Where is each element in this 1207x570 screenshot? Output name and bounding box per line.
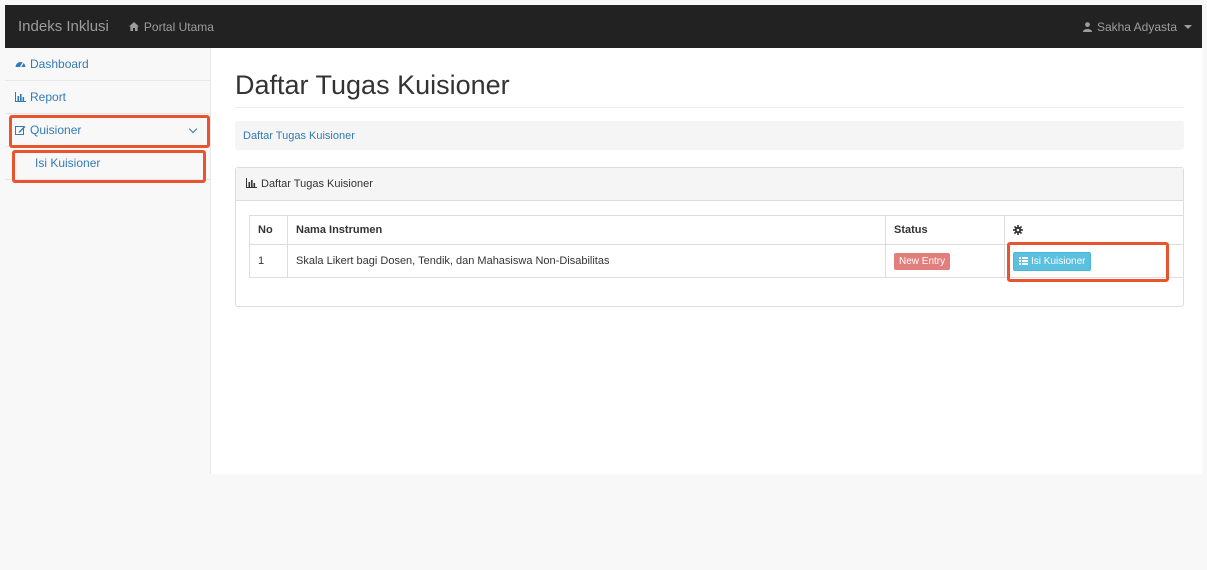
panel-heading: Daftar Tugas Kuisioner: [236, 168, 1183, 201]
column-header-actions: [1004, 215, 1184, 245]
table-header-row: No Nama Instrumen Status: [249, 215, 1184, 245]
bar-chart-icon: [246, 178, 257, 188]
top-navbar: Indeks Inklusi Portal Utama Sakha Adyast…: [5, 5, 1202, 48]
portal-link[interactable]: Portal Utama: [128, 19, 214, 34]
task-panel: Daftar Tugas Kuisioner No Nama Instrumen…: [235, 167, 1184, 307]
bar-chart-icon: [15, 92, 26, 102]
sidebar-item-label: Report: [30, 90, 67, 104]
user-menu[interactable]: Sakha Adyasta: [1082, 19, 1202, 34]
highlight-box-quisioner: [9, 115, 210, 148]
column-header-nama-instrumen: Nama Instrumen: [287, 215, 886, 245]
portal-label: Portal Utama: [143, 19, 214, 34]
cell-no: 1: [249, 244, 288, 278]
user-icon: [1082, 21, 1092, 32]
highlight-box-isi-button: [1007, 242, 1169, 282]
title-divider: [235, 107, 1184, 108]
gear-icon: [1013, 225, 1175, 235]
app-window: Indeks Inklusi Portal Utama Sakha Adyast…: [5, 5, 1202, 570]
home-icon: [128, 22, 139, 31]
status-badge: New Entry: [894, 252, 951, 270]
sidebar-item-label: Dashboard: [30, 57, 89, 71]
cell-status: New Entry: [885, 244, 1005, 278]
main-content: Daftar Tugas Kuisioner Daftar Tugas Kuis…: [211, 48, 1202, 474]
page-title: Daftar Tugas Kuisioner: [235, 70, 510, 100]
column-header-status: Status: [885, 215, 1005, 245]
column-header-no: No: [249, 215, 288, 245]
dashboard-icon: [15, 59, 26, 69]
brand-link[interactable]: Indeks Inklusi: [5, 18, 129, 35]
breadcrumb: Daftar Tugas Kuisioner: [235, 121, 1184, 150]
user-name: Sakha Adyasta: [1096, 19, 1177, 34]
caret-down-icon: [1184, 24, 1192, 29]
highlight-box-isi-kuisioner: [12, 150, 206, 183]
sidebar-item-dashboard[interactable]: Dashboard: [5, 48, 210, 81]
cell-nama-instrumen: Skala Likert bagi Dosen, Tendik, dan Mah…: [287, 244, 886, 278]
breadcrumb-link[interactable]: Daftar Tugas Kuisioner: [243, 130, 355, 142]
panel-title: Daftar Tugas Kuisioner: [261, 178, 373, 190]
sidebar-item-report[interactable]: Report: [5, 81, 210, 114]
sidebar: Dashboard Report Quisioner Isi Kuisioner: [5, 48, 211, 474]
